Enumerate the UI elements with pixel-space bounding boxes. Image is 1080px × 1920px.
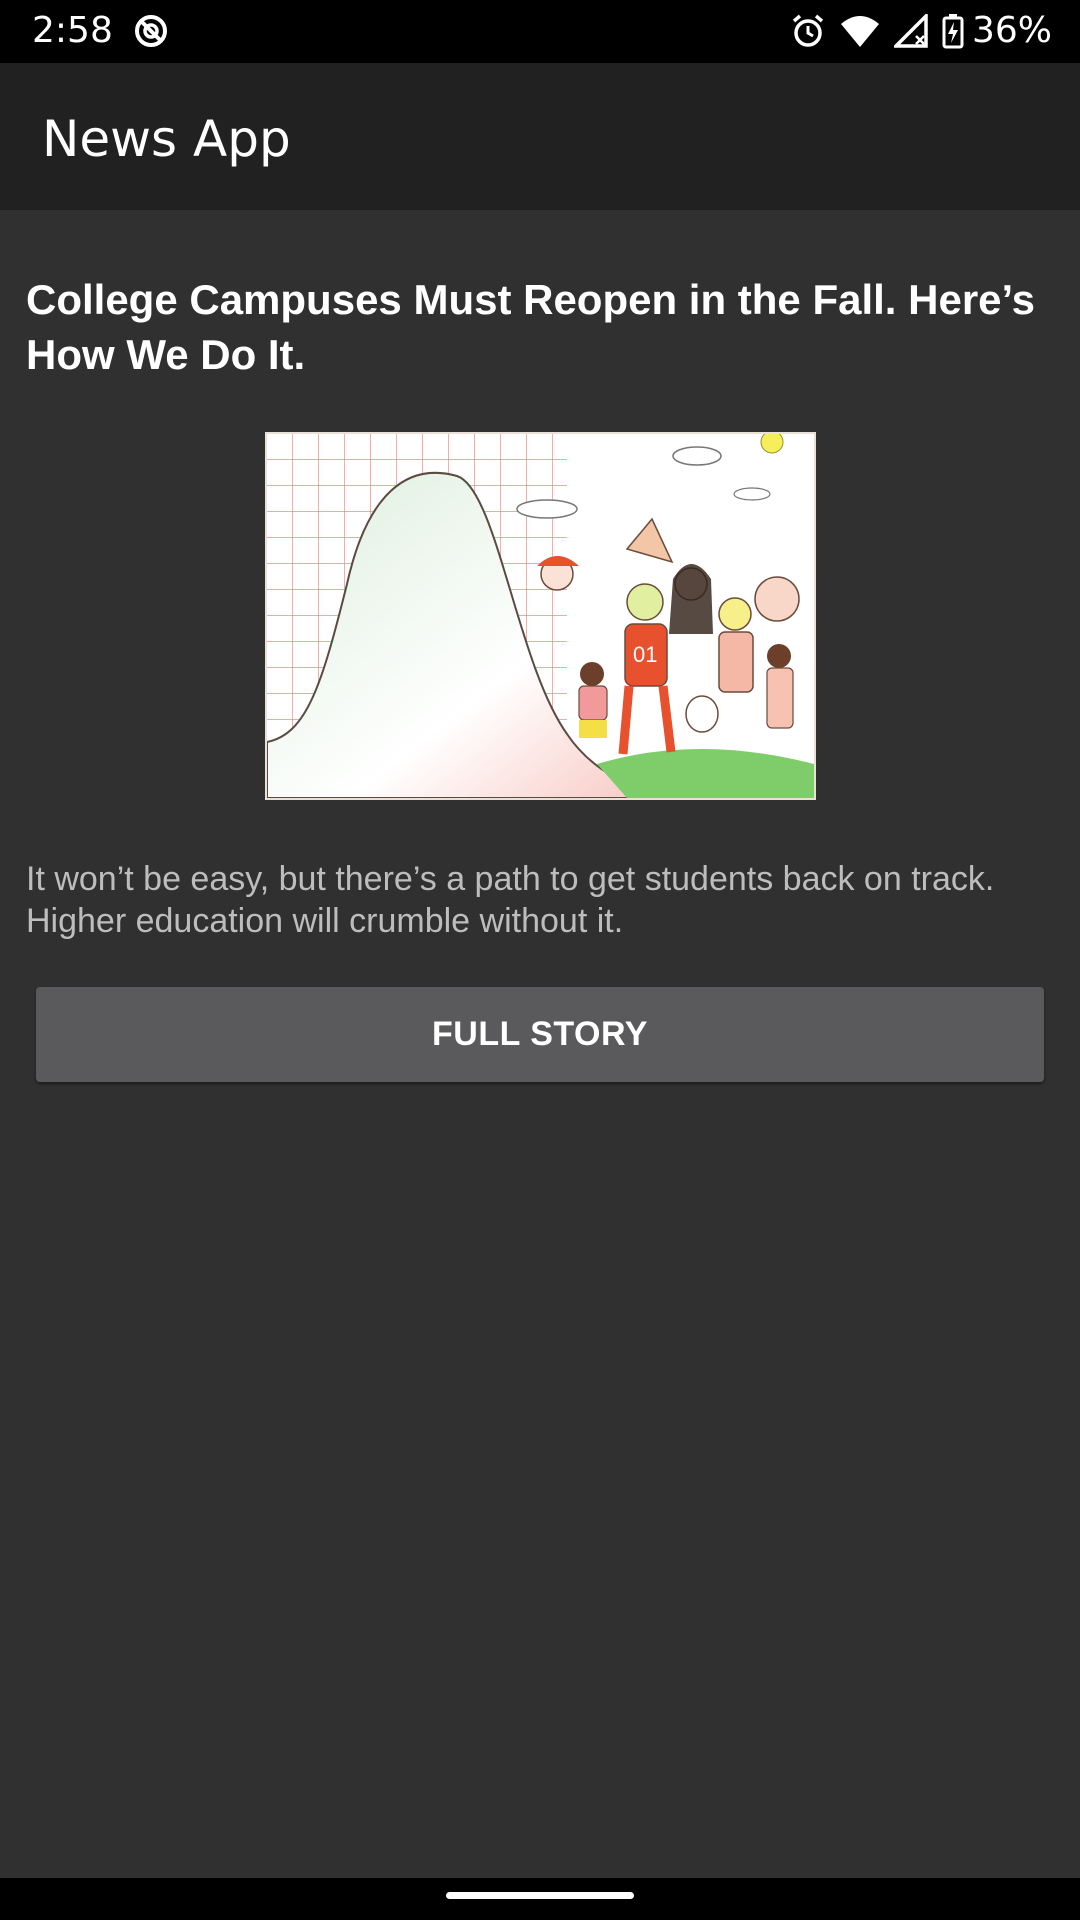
article-illustration: 01 — [266, 430, 814, 799]
navigation-bar — [0, 1878, 1080, 1920]
alarm-icon — [792, 14, 824, 47]
status-icons: 36% — [776, 10, 1052, 52]
cell-signal-icon — [893, 14, 928, 48]
article-headline: College Campuses Must Reopen in the Fall… — [26, 276, 1036, 378]
app-title: News App — [42, 110, 291, 168]
assistant-circle-icon — [135, 15, 167, 47]
article-image: 01 — [265, 430, 816, 800]
article-content: College Campuses Must Reopen in the Fall… — [0, 210, 1080, 1878]
full-story-button[interactable]: FULL STORY — [36, 987, 1044, 1082]
battery-percent: 36% — [971, 10, 1052, 51]
svg-text:01: 01 — [633, 642, 657, 667]
status-bar: 2:58 36% — [0, 0, 1080, 63]
battery-charging-icon — [942, 14, 964, 49]
home-gesture-handle[interactable] — [446, 1892, 634, 1899]
wifi-icon — [840, 16, 879, 47]
status-time: 2:58 — [32, 10, 113, 51]
app-bar: News App — [0, 63, 1080, 210]
article-summary: It won’t be easy, but there’s a path to … — [26, 860, 995, 940]
